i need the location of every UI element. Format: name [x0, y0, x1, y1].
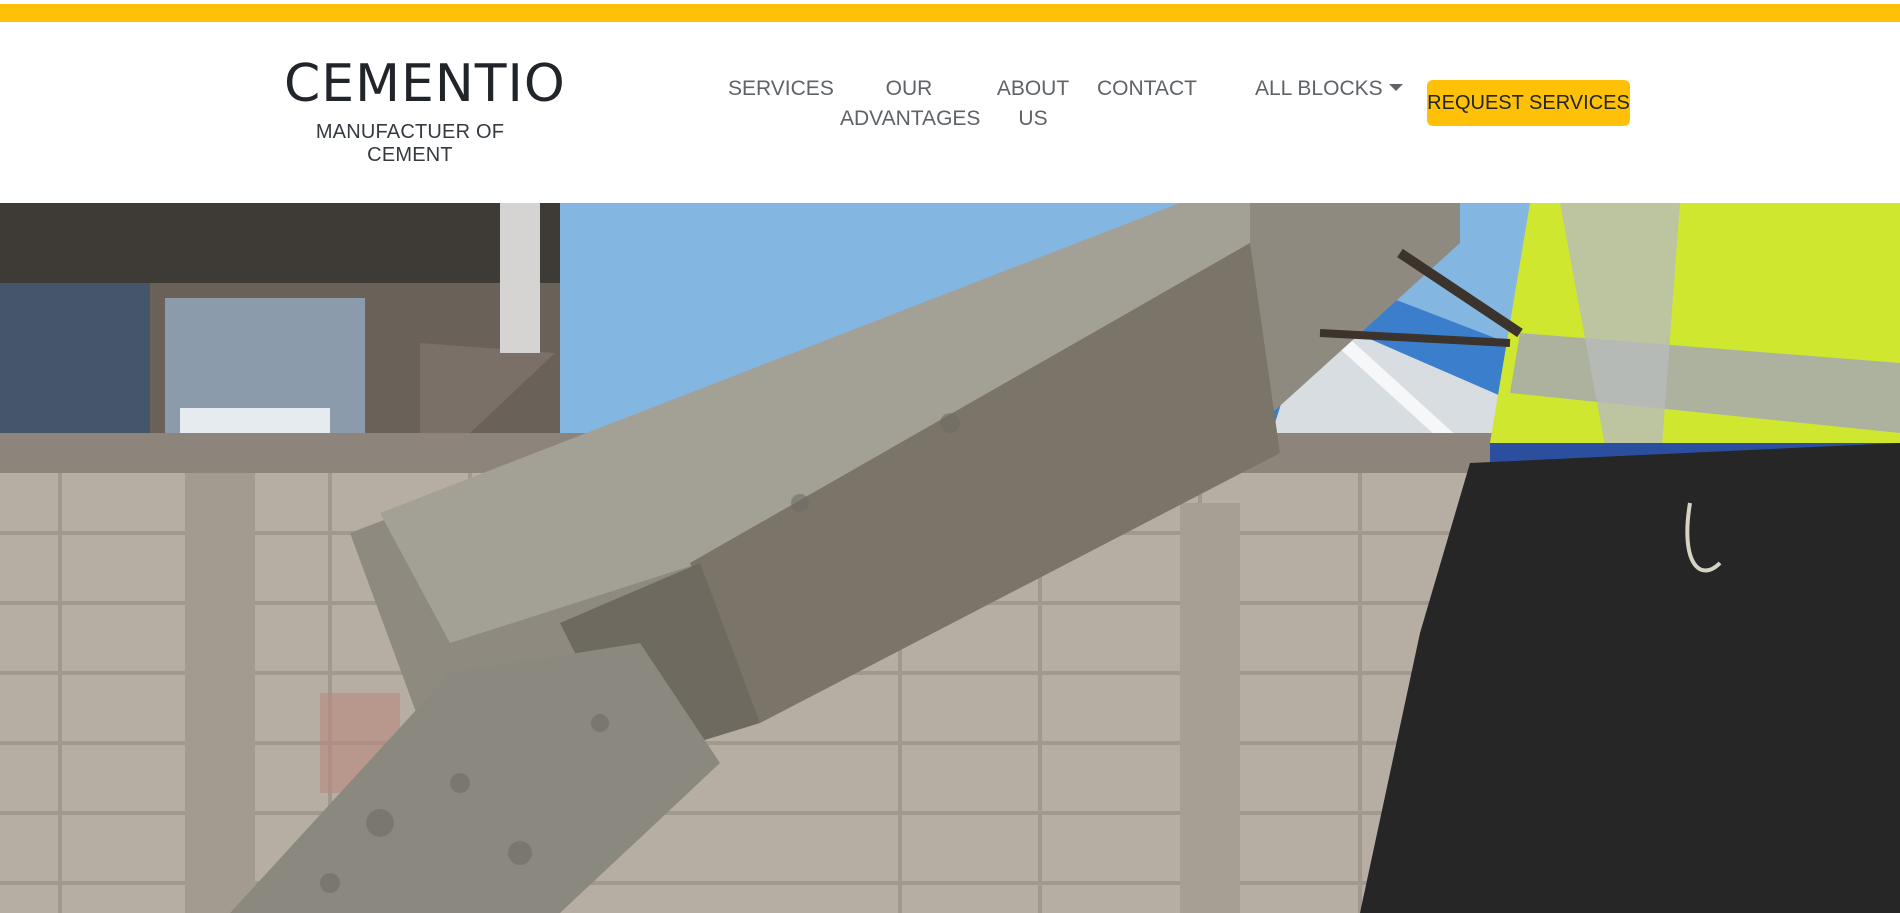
nav-about-us-line2: US	[1018, 107, 1048, 130]
hero-construction-photo	[0, 203, 1900, 913]
request-services-button[interactable]: REQUEST SERVICES	[1427, 80, 1630, 126]
nav-contact[interactable]: CONTACT	[1097, 74, 1197, 104]
page: CEMENTIO MANUFACTUER OF CEMENT SERVICES …	[0, 0, 1900, 913]
nav-services[interactable]: SERVICES	[728, 74, 834, 104]
top-accent-bar	[0, 0, 1900, 22]
nav-about-us-line1: ABOUT	[996, 77, 1070, 100]
site-header: CEMENTIO MANUFACTUER OF CEMENT SERVICES …	[0, 22, 1900, 203]
nav-our-advantages-line2: ADVANTAGES	[840, 107, 981, 130]
nav-all-blocks-dropdown[interactable]: ALL BLOCKS	[1255, 74, 1403, 104]
nav-all-blocks-label: ALL BLOCKS	[1255, 77, 1383, 100]
nav-our-advantages[interactable]: OUR ADVANTAGES	[840, 74, 981, 134]
caret-down-icon	[1388, 83, 1403, 91]
hero-image	[0, 203, 1900, 913]
nav-our-advantages-line1: OUR	[885, 77, 933, 100]
nav-about-us[interactable]: ABOUT US	[996, 74, 1070, 134]
